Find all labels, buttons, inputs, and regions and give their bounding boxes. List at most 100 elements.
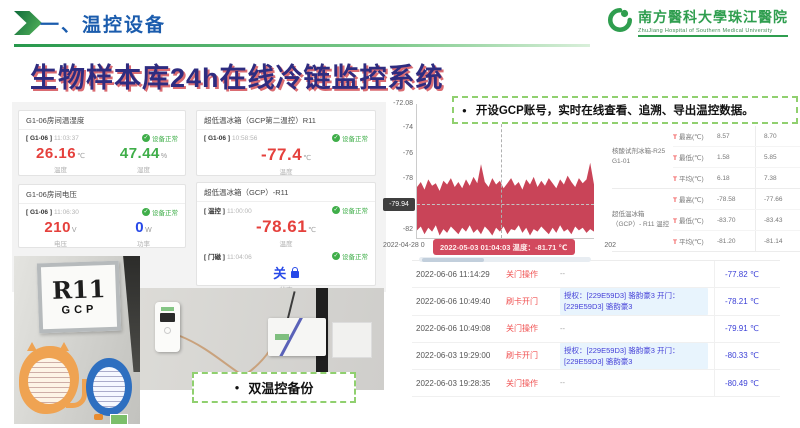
metric-label: 功率 xyxy=(102,238,185,248)
y-tick-label: -76 xyxy=(383,150,413,157)
t-prefix: T xyxy=(673,134,677,141)
metric-temperature: -78.61℃ 温度 xyxy=(197,217,375,248)
sensor-label xyxy=(161,307,174,311)
log-detail: -- xyxy=(560,323,565,334)
sensor-screen xyxy=(160,313,175,322)
callout-dual-backup: ● 双温控备份 xyxy=(192,372,356,403)
metric-label: 温度 xyxy=(19,164,102,174)
cat-sticker xyxy=(19,346,79,414)
hospital-logo-mark-icon xyxy=(607,7,633,33)
reading-time: 11:04:06 xyxy=(227,254,252,261)
hospital-logo: 南方醫科大學珠江醫院 ZhuJiang Hospital of Southern… xyxy=(607,7,788,37)
log-row[interactable]: 2022-06-06 11:14:29 关门操作 -- -77.82 ℃ xyxy=(412,261,780,288)
log-time: 2022-06-06 11:14:29 xyxy=(412,270,506,279)
t-prefix: T xyxy=(673,239,677,246)
stat-value: 8.57 xyxy=(717,133,755,140)
log-temperature: -80.49 ℃ xyxy=(714,370,780,396)
log-time: 2022-06-03 19:28:35 xyxy=(412,379,506,388)
x-axis-label-start: 2022-04-28 0 xyxy=(383,242,425,249)
stats-row: T最低(℃) -83.70 -83.43 xyxy=(673,210,800,231)
log-time: 2022-06-03 19:29:00 xyxy=(412,351,506,360)
y-axis-marker: -79.94 xyxy=(383,198,415,211)
metric-label: 温度 xyxy=(197,238,375,248)
chart-plot-area[interactable] xyxy=(417,104,594,238)
temperature-series xyxy=(417,163,594,236)
x-axis-label-end: 202 xyxy=(604,242,616,249)
stats-group: 超低温冰箱（GCP）- R11 温控 T最高(℃) -78.58 -77.66 … xyxy=(612,189,800,252)
card-title: 超低温冰箱（GCP）-R11 xyxy=(197,183,375,202)
metric-value: 210 xyxy=(44,219,71,236)
log-row[interactable]: 2022-06-03 19:29:00 刷卡开门 授权：[229E59D3] 骆… xyxy=(412,343,780,371)
status-badge: 设备正常 xyxy=(332,205,368,215)
t-prefix: T xyxy=(673,155,677,162)
penguin-sticker xyxy=(86,358,132,416)
card-meta: [ G1-06 ]10:58:56 设备正常 xyxy=(197,130,375,143)
card-meta: [ G1-06 ]11:06:30 设备正常 xyxy=(19,204,185,217)
log-action: 关门操作 xyxy=(506,378,560,389)
crosshair-horizontal xyxy=(417,204,594,205)
card-meta: [ 温控 ]11:00:00 设备正常 xyxy=(197,202,375,215)
log-row[interactable]: 2022-06-06 10:49:08 关门操作 -- -79.91 ℃ xyxy=(412,316,780,343)
slide: 一、温控设备 南方醫科大學珠江醫院 ZhuJiang Hospital of S… xyxy=(0,0,800,428)
log-temperature: -78.21 ℃ xyxy=(714,288,780,315)
card-freezer-second-probe: 超低温冰箱（GCP第二温控）R11 [ G1-06 ]10:58:56 设备正常… xyxy=(196,110,376,176)
chart-scrollbar[interactable] xyxy=(419,257,591,262)
log-action: 刷卡开门 xyxy=(506,350,560,361)
log-temperature: -79.91 ℃ xyxy=(714,316,780,342)
metric-value: 26.16 xyxy=(36,145,76,162)
log-detail: 授权：[229E59D3] 骆韵豪3 开门：[229E59D3] 骆韵豪3 xyxy=(560,343,708,370)
callout-gcp-account: ● 开设GCP账号，实时在线查看、追溯、导出温控数据。 xyxy=(452,96,798,124)
card-room-voltage: G1-06房间电压 [ G1-06 ]11:06:30 设备正常 210V 电压… xyxy=(18,184,186,248)
device-tag: [ 温控 ] xyxy=(204,208,225,215)
metric-humidity: 47.44% 湿度 xyxy=(102,145,185,174)
hospital-logo-text: 南方醫科大學珠江醫院 ZhuJiang Hospital of Southern… xyxy=(638,7,788,37)
bullet-icon: ● xyxy=(462,106,467,115)
device-tag: [ G1-06 ] xyxy=(204,135,230,142)
stats-row: T最高(℃) 8.57 8.70 xyxy=(673,126,800,147)
stats-row: T平均(℃) 6.18 7.38 xyxy=(673,168,800,188)
cat-sticker-tail xyxy=(66,379,87,408)
callout-text: 开设GCP账号，实时在线查看、追溯、导出温控数据。 xyxy=(476,102,754,118)
stat-value: -83.43 xyxy=(755,210,797,230)
sensor-label xyxy=(275,334,289,340)
callout-text: 双温控备份 xyxy=(248,378,313,397)
log-row[interactable]: 2022-06-06 10:49:40 刷卡开门 授权：[229E59D3] 骆… xyxy=(412,288,780,316)
card-title: 超低温冰箱（GCP第二温控）R11 xyxy=(197,111,375,130)
device-tag: [ G1-06 ] xyxy=(26,135,52,142)
reading-time: 10:58:56 xyxy=(232,135,257,142)
metric-temperature: 26.16℃ 温度 xyxy=(19,145,102,174)
page-title: 生物样本库24h在线冷链监控系统 xyxy=(30,56,444,95)
freezer-label-sign: R11 GCP xyxy=(37,261,121,334)
sensor-button xyxy=(164,327,171,334)
metric-value: -77.4 xyxy=(261,145,302,164)
status-badge: 设备正常 xyxy=(142,207,178,217)
door-event-log: 2022-06-06 11:14:29 关门操作 -- -77.82 ℃ 202… xyxy=(412,260,780,397)
device-tag: [ 门磁 ] xyxy=(204,254,225,261)
metric-value: 0 xyxy=(135,219,144,236)
card-room-temp-humidity: G1-06房间温湿度 [ G1-06 ]11:03:37 设备正常 26.16℃… xyxy=(18,110,186,176)
stats-table: 核酸试剂冰箱-R25 G1-01 T最高(℃) 8.57 8.70 T最低(℃)… xyxy=(612,126,800,252)
stat-value: 7.38 xyxy=(755,168,797,188)
card-title: G1-06房间电压 xyxy=(19,185,185,204)
sensor-device-main xyxy=(268,318,326,356)
reading-time: 11:06:30 xyxy=(54,209,79,216)
logo-underline xyxy=(638,35,788,37)
hospital-name-en: ZhuJiang Hospital of Southern Medical Un… xyxy=(638,28,788,34)
t-prefix: T xyxy=(673,218,677,225)
hospital-name-cn: 南方醫科大學珠江醫院 xyxy=(638,7,788,27)
y-tick-label: -74 xyxy=(383,124,413,131)
log-action: 刷卡开门 xyxy=(506,296,560,307)
metric-value: -78.61 xyxy=(256,217,307,236)
log-row[interactable]: 2022-06-03 19:28:35 关门操作 -- -80.49 ℃ xyxy=(412,370,780,397)
stats-row: T最低(℃) 1.58 5.85 xyxy=(673,147,800,168)
device-name: 核酸试剂冰箱-R25 G1-01 xyxy=(612,126,673,188)
check-icon xyxy=(332,206,340,214)
chart-scrollbar-thumb[interactable] xyxy=(422,258,484,262)
metric-value: 47.44 xyxy=(120,145,160,162)
t-prefix: T xyxy=(673,176,677,183)
section-arrow-icon xyxy=(14,11,42,35)
log-detail: -- xyxy=(560,268,565,279)
stat-value: -77.66 xyxy=(755,189,797,209)
check-icon xyxy=(142,134,150,142)
log-temperature: -80.33 ℃ xyxy=(714,343,780,370)
